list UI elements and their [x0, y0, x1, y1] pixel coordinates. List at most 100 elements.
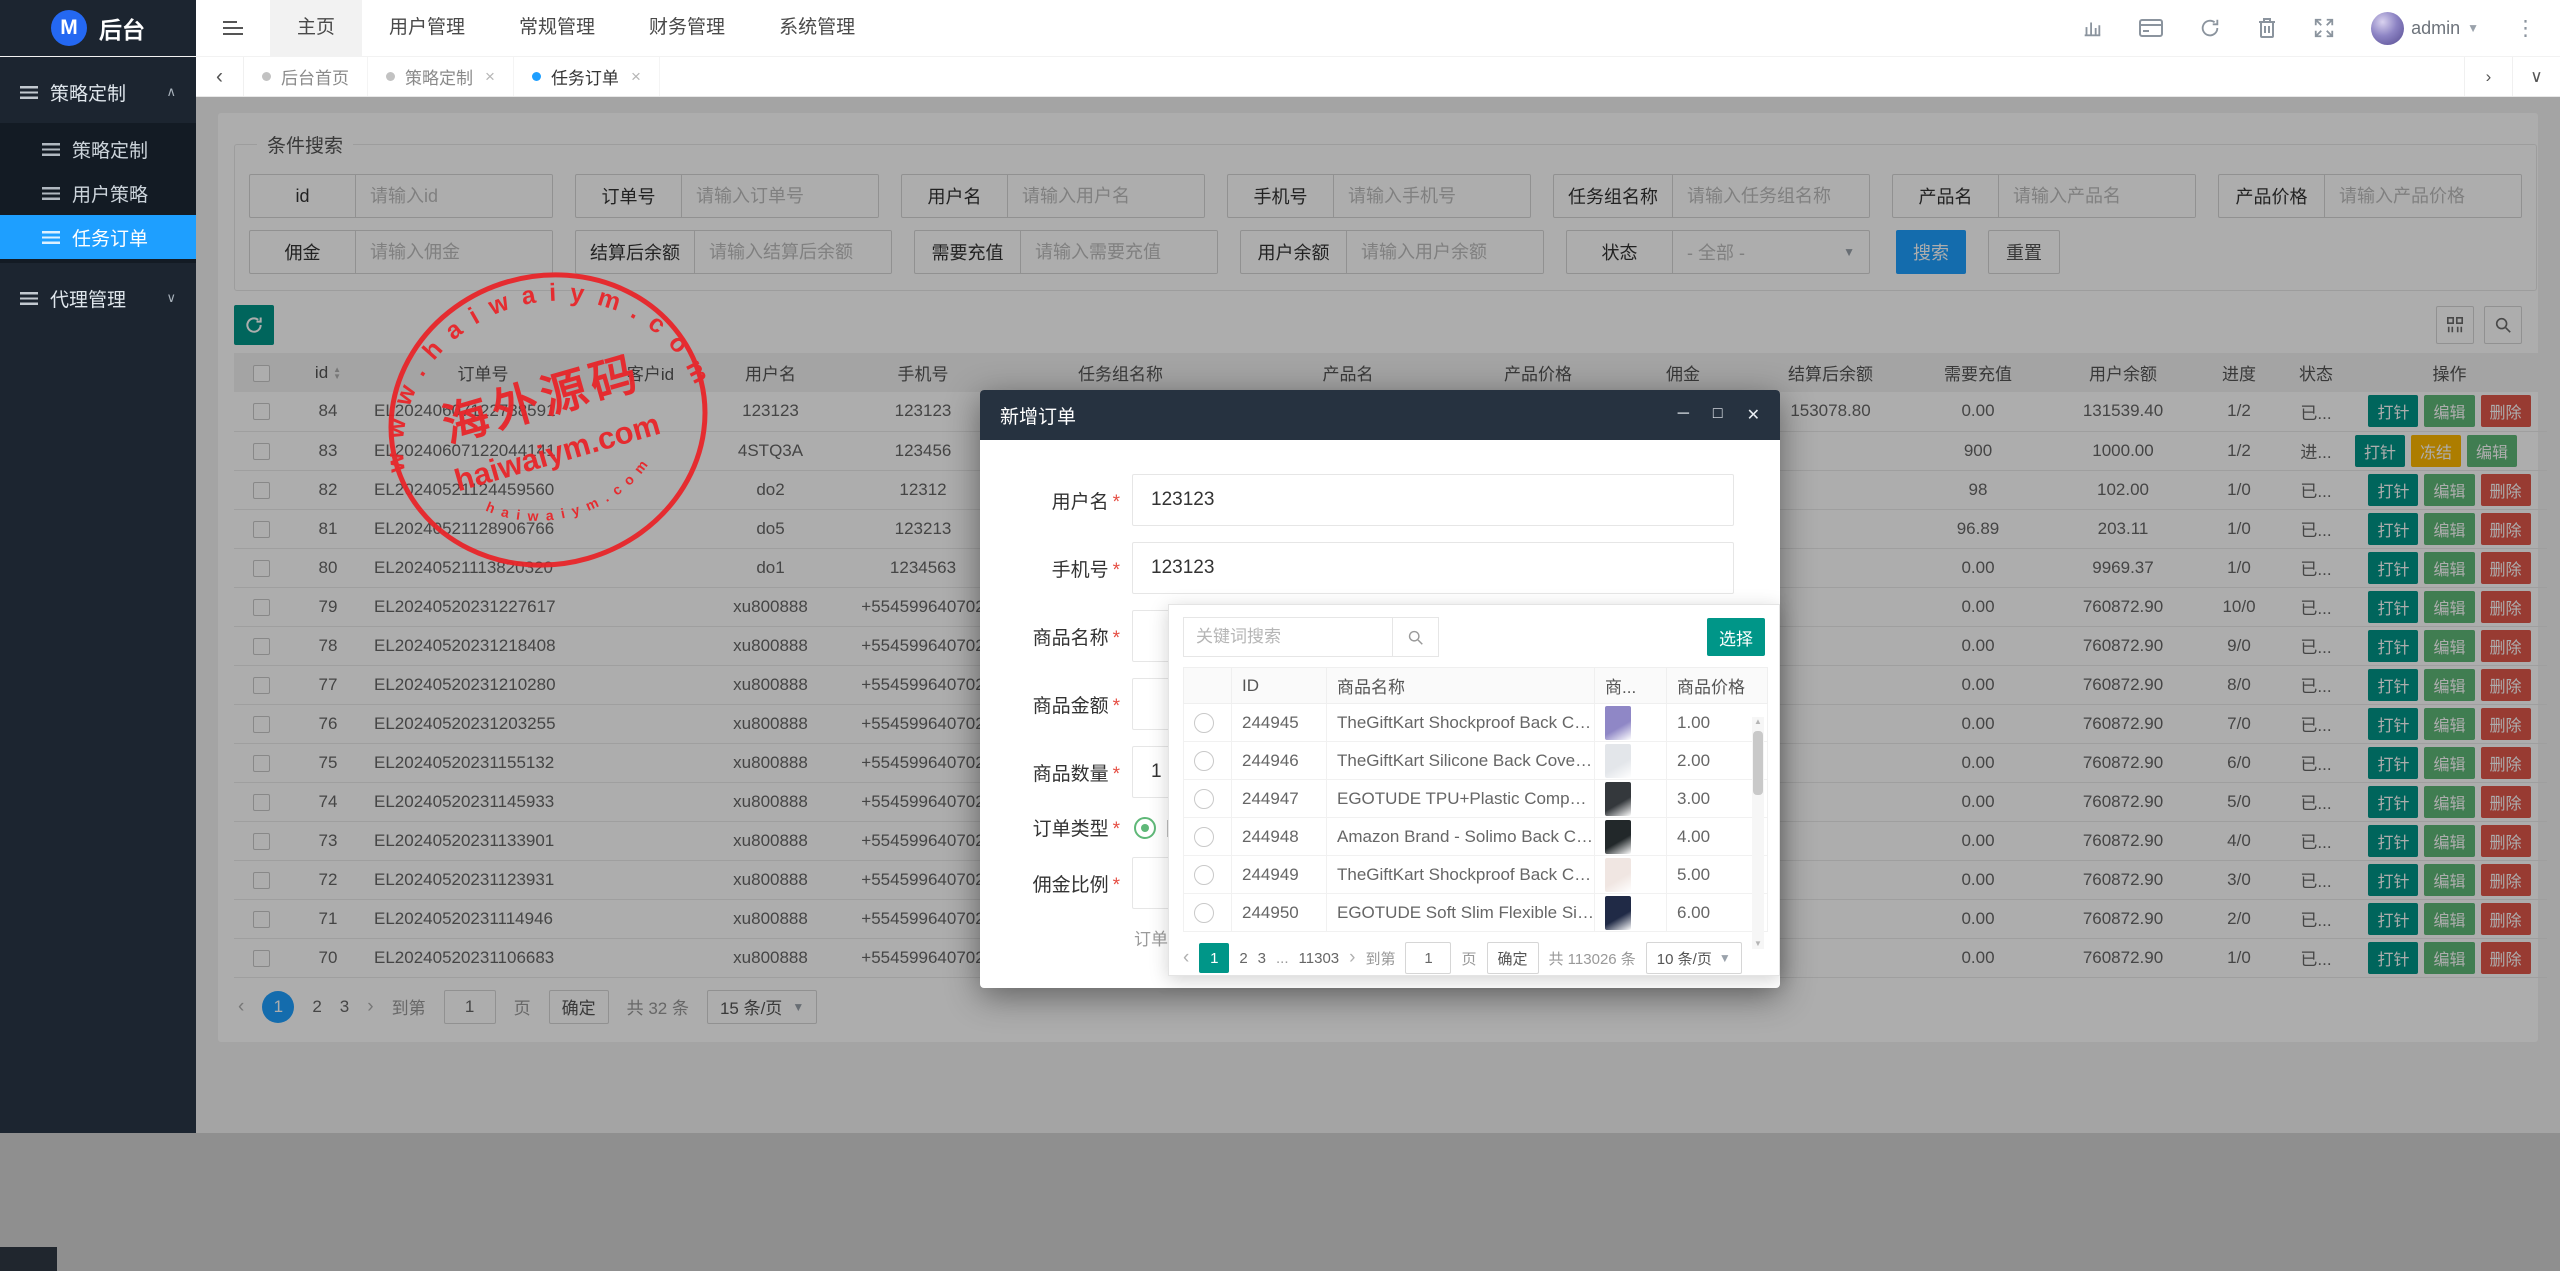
select-product-button[interactable]: 选择	[1707, 618, 1765, 656]
product-row: 244946TheGiftKart Silicone Back Cover S.…	[1184, 742, 1768, 780]
fullscreen-icon[interactable]	[2313, 17, 2335, 39]
sidebar-item-label: 用户策略	[72, 180, 148, 207]
page-number-active[interactable]: 1	[1199, 943, 1229, 973]
goto-page-input[interactable]	[1405, 942, 1451, 974]
top-menu: 主页用户管理常规管理财务管理系统管理	[270, 0, 882, 56]
product-radio-cell	[1184, 818, 1232, 856]
product-radio-header	[1184, 668, 1232, 704]
sidebar-item-label: 任务订单	[72, 224, 148, 251]
product-picker-popup: 选择 ID商品名称商...商品价格244945TheGiftKart Shock…	[1168, 604, 1780, 976]
trash-icon[interactable]	[2257, 17, 2277, 39]
product-thumbnail	[1605, 858, 1631, 892]
tabs-menu-button[interactable]: ∨	[2512, 57, 2560, 96]
minimize-icon[interactable]: ─	[1678, 405, 1689, 425]
sidebar-group-0[interactable]: 策略定制∧	[0, 69, 196, 115]
per-page-value: 10 条/页	[1657, 948, 1712, 969]
scrollbar-thumb[interactable]	[1753, 731, 1763, 795]
page-number[interactable]: 3	[1258, 950, 1266, 967]
tab-close-icon[interactable]: ×	[485, 67, 495, 87]
order-type-field-label: 订单类型*	[980, 814, 1120, 841]
sidebar-item-1[interactable]: 用户策略	[0, 171, 196, 215]
scroll-down-icon[interactable]: ▼	[1752, 939, 1764, 949]
sidebar-group-1[interactable]: 代理管理∨	[0, 275, 196, 321]
nav-menu-item-3[interactable]: 财务管理	[622, 0, 752, 56]
list-icon	[42, 187, 60, 200]
username-field-label: 用户名*	[980, 487, 1120, 514]
maximize-icon[interactable]: □	[1713, 405, 1723, 425]
modal-header[interactable]: 新增订单 ─ □ ✕	[980, 390, 1780, 440]
nav-menu-item-0[interactable]: 主页	[270, 0, 362, 56]
card-icon[interactable]	[2139, 17, 2163, 39]
product-image-cell	[1595, 818, 1667, 856]
product-thumbnail	[1605, 744, 1631, 778]
page-number[interactable]: 11303	[1299, 950, 1340, 967]
product-name-cell: Amazon Brand - Solimo Back Cas...	[1327, 818, 1595, 856]
product-radio[interactable]	[1194, 713, 1214, 733]
username-input[interactable]	[1132, 474, 1734, 526]
required-mark: *	[1113, 819, 1120, 840]
next-page-icon[interactable]: ›	[1349, 947, 1355, 969]
product-column-header-3: 商品价格	[1667, 668, 1768, 704]
watermark-stamp: w w w . h a i w a i y m . c o m 海外源码 hai…	[375, 262, 721, 578]
tab-dot	[262, 72, 271, 81]
product-radio[interactable]	[1194, 865, 1214, 885]
chevron-down-icon: ∨	[166, 290, 176, 306]
order-type-radio[interactable]	[1134, 817, 1156, 839]
product-row: 244950EGOTUDE Soft Slim Flexible Silic..…	[1184, 894, 1768, 932]
per-page-select[interactable]: 10 条/页 ▼	[1646, 942, 1742, 974]
nav-menu-item-2[interactable]: 常规管理	[492, 0, 622, 56]
top-navbar: M 后台 主页用户管理常规管理财务管理系统管理 admin ▼ ⋮	[0, 0, 2560, 57]
product-image-cell	[1595, 704, 1667, 742]
product-row: 244948Amazon Brand - Solimo Back Cas...4…	[1184, 818, 1768, 856]
tab-0[interactable]: 后台首页	[244, 57, 368, 96]
desktop-background	[0, 1133, 2560, 1271]
product-radio[interactable]	[1194, 751, 1214, 771]
search-icon[interactable]	[1393, 617, 1439, 657]
product-id-cell: 244950	[1232, 894, 1327, 932]
required-mark: *	[1113, 560, 1120, 581]
product-radio[interactable]	[1194, 903, 1214, 923]
tabs-scroll-right-button[interactable]: ›	[2464, 57, 2512, 96]
product-name-field-label: 商品名称*	[980, 623, 1120, 650]
refresh-icon[interactable]	[2199, 17, 2221, 39]
scrollbar[interactable]: ▲▼	[1752, 717, 1764, 949]
product-radio-cell	[1184, 856, 1232, 894]
chevron-down-icon: ▼	[1719, 951, 1731, 965]
goto-confirm-button[interactable]: 确定	[1487, 942, 1539, 974]
tab-1[interactable]: 策略定制×	[368, 57, 514, 96]
product-column-header-1: 商品名称	[1327, 668, 1595, 704]
pages-ellipsis: ...	[1276, 950, 1289, 967]
product-name-cell: TheGiftKart Shockproof Back Cov...	[1327, 856, 1595, 894]
picker-pagination: ‹123...11303›到第页确定共 113026 条10 条/页▼	[1183, 942, 1765, 974]
product-row: 244945TheGiftKart Shockproof Back Cov...…	[1184, 704, 1768, 742]
tab-2[interactable]: 任务订单×	[514, 57, 660, 96]
keyword-search-input[interactable]	[1183, 617, 1393, 657]
sidebar-toggle-button[interactable]	[196, 0, 270, 56]
product-qty-field-label: 商品数量*	[980, 759, 1120, 786]
admin-app: M 后台 主页用户管理常规管理财务管理系统管理 admin ▼ ⋮ 策略定制∧ 策…	[0, 0, 2560, 1133]
close-icon[interactable]: ✕	[1747, 405, 1760, 425]
product-image-cell	[1595, 780, 1667, 818]
product-radio-cell	[1184, 742, 1232, 780]
product-radio[interactable]	[1194, 827, 1214, 847]
logo[interactable]: M 后台	[0, 0, 196, 56]
product-radio[interactable]	[1194, 789, 1214, 809]
user-menu[interactable]: admin ▼	[2371, 12, 2479, 45]
chevron-down-icon: ▼	[2467, 21, 2479, 35]
nav-menu-item-1[interactable]: 用户管理	[362, 0, 492, 56]
product-thumbnail	[1605, 706, 1631, 740]
product-id-cell: 244945	[1232, 704, 1327, 742]
product-amount-field-label: 商品金额*	[980, 691, 1120, 718]
nav-menu-item-4[interactable]: 系统管理	[752, 0, 882, 56]
sidebar-item-0[interactable]: 策略定制	[0, 127, 196, 171]
phone-input[interactable]	[1132, 542, 1734, 594]
prev-page-icon[interactable]: ‹	[1183, 947, 1189, 969]
sidebar-item-2[interactable]: 任务订单	[0, 215, 196, 259]
chart-icon[interactable]	[2081, 17, 2103, 39]
tab-close-icon[interactable]: ×	[631, 67, 641, 87]
page-number[interactable]: 2	[1239, 950, 1247, 967]
scroll-up-icon[interactable]: ▲	[1754, 717, 1762, 726]
tabs-scroll-left-button[interactable]: ‹	[196, 57, 244, 96]
product-radio-cell	[1184, 894, 1232, 932]
more-options-icon[interactable]: ⋮	[2515, 16, 2536, 41]
